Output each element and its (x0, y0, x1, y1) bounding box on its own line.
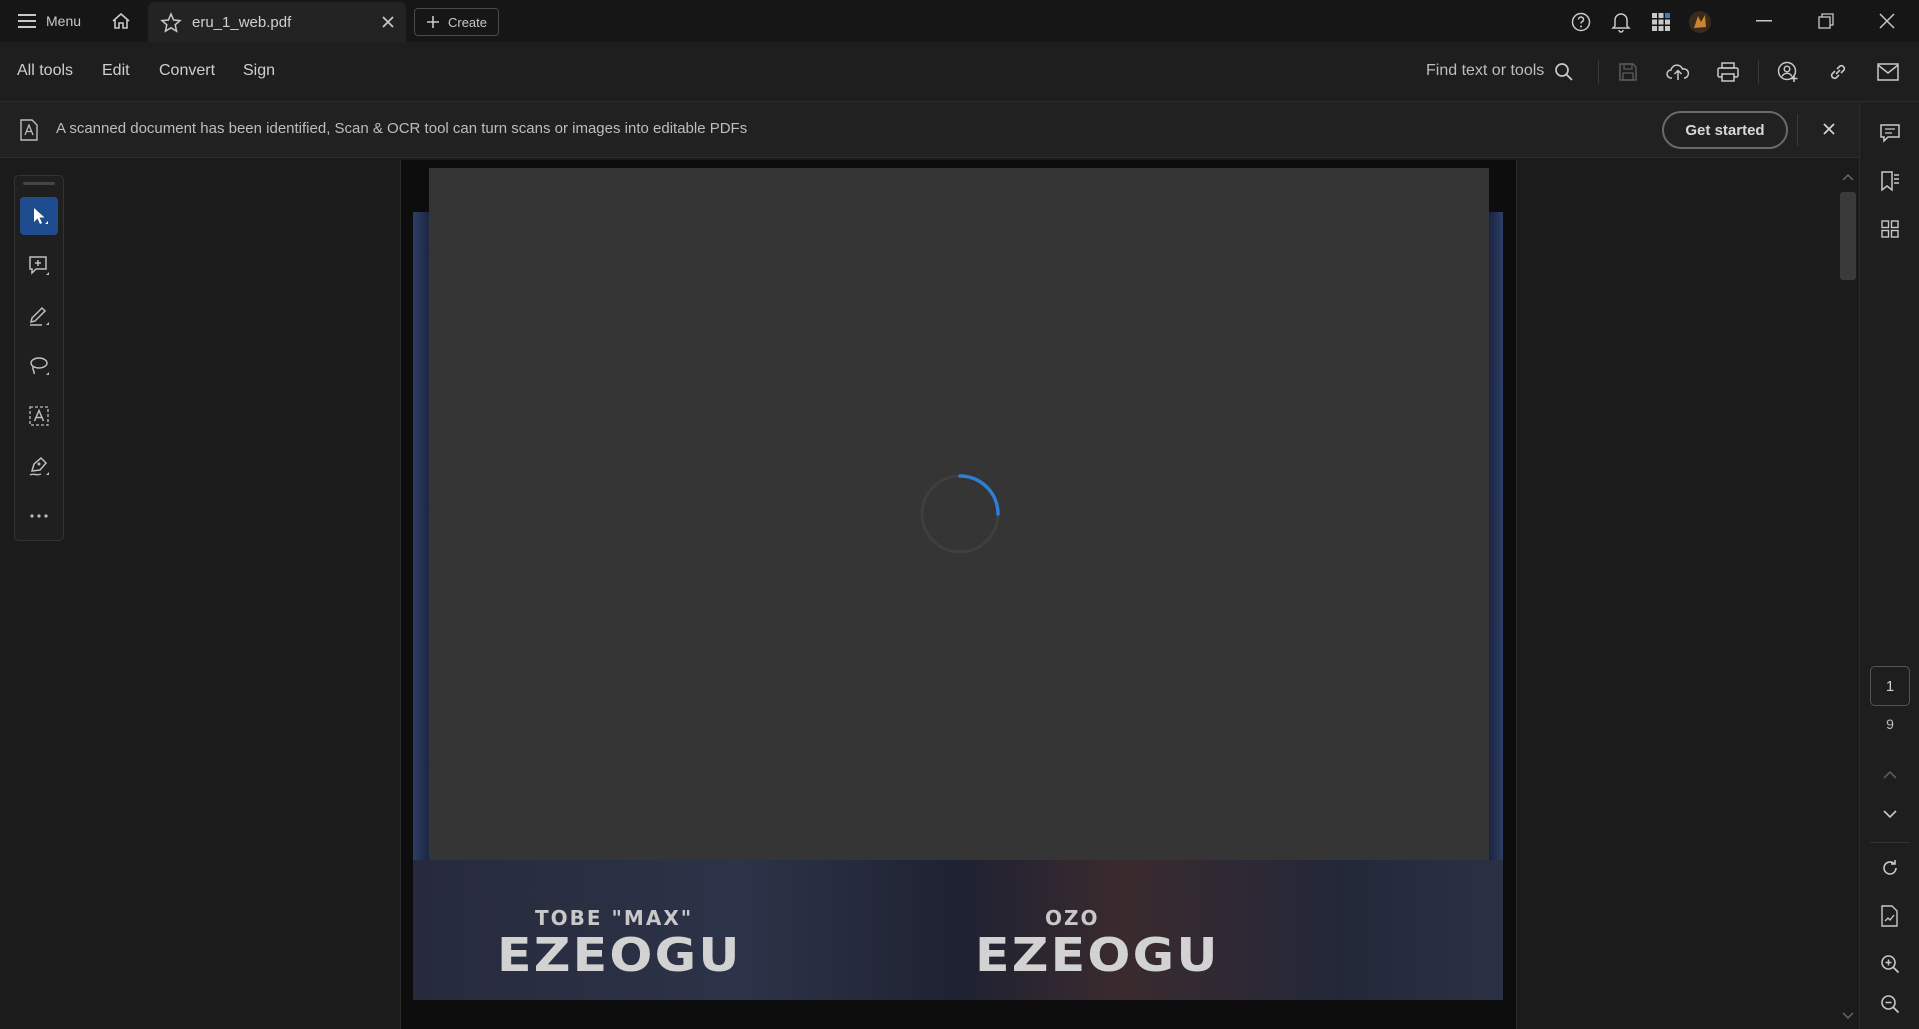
menu-label: Menu (46, 13, 82, 29)
select-tool[interactable] (20, 197, 58, 235)
banner-message: A scanned document has been identified, … (56, 120, 748, 137)
menu-convert[interactable]: Convert (159, 62, 215, 80)
plus-icon (426, 15, 440, 29)
minimize-button[interactable] (1746, 6, 1782, 36)
more-tools-button[interactable] (20, 497, 58, 535)
toolbar-divider (1758, 60, 1759, 84)
comment-add-icon (28, 255, 50, 277)
link-icon[interactable] (1824, 58, 1852, 86)
document-tab[interactable]: eru_1_web.pdf (148, 2, 406, 42)
save-icon[interactable] (1614, 58, 1642, 86)
lasso-icon (28, 355, 50, 377)
menu-all-tools[interactable]: All tools (17, 62, 73, 80)
bell-icon[interactable] (1608, 9, 1634, 35)
credit-right-surname: EZEOGU (975, 928, 1220, 982)
close-tab-icon[interactable] (378, 12, 398, 32)
current-page-input[interactable]: 1 (1870, 666, 1910, 706)
find-text-label[interactable]: Find text or tools (1426, 62, 1544, 80)
search-icon[interactable] (1550, 58, 1578, 86)
next-page-button[interactable] (1876, 800, 1904, 828)
loading-spinner-icon (918, 472, 1002, 556)
bookmarks-panel-button[interactable] (1876, 167, 1904, 195)
highlight-tool[interactable] (20, 297, 58, 335)
scrollbar-thumb[interactable] (1840, 192, 1856, 280)
home-button[interactable] (106, 8, 136, 34)
right-side-rail: 1 9 (1859, 102, 1919, 1029)
zoom-out-button[interactable] (1876, 990, 1904, 1018)
menu-button[interactable]: Menu (10, 8, 89, 34)
rotate-icon (1880, 858, 1900, 878)
menu-edit[interactable]: Edit (102, 62, 130, 80)
scroll-up-icon[interactable] (1842, 173, 1854, 181)
hamburger-icon (18, 14, 36, 28)
quick-tools-panel (14, 175, 64, 541)
add-text-tool[interactable] (20, 397, 58, 435)
chevron-up-icon (1883, 770, 1897, 779)
thumbnails-panel-button[interactable] (1876, 215, 1904, 243)
thumbnails-grid-icon (1880, 219, 1900, 239)
toolbar-divider (1598, 60, 1599, 84)
title-bar: Menu eru_1_web.pdf Create (0, 0, 1919, 42)
cloud-upload-icon[interactable] (1664, 58, 1692, 86)
help-icon[interactable] (1568, 9, 1594, 35)
main-toolbar: All tools Edit Convert Sign Find text or… (0, 42, 1919, 102)
tab-title: eru_1_web.pdf (192, 14, 292, 31)
zoom-in-button[interactable] (1876, 950, 1904, 978)
total-pages: 9 (1886, 716, 1894, 732)
rotate-page-button[interactable] (1876, 854, 1904, 882)
panel-grip[interactable] (23, 182, 55, 185)
banner-divider (1797, 114, 1798, 146)
create-button[interactable]: Create (414, 8, 499, 36)
cursor-arrow-icon (29, 206, 49, 226)
bookmark-icon (1879, 170, 1901, 192)
star-icon[interactable] (160, 12, 182, 34)
create-label: Create (447, 14, 488, 30)
document-scan-icon (20, 119, 38, 141)
add-comment-tool[interactable] (20, 247, 58, 285)
avatar[interactable] (1687, 9, 1713, 35)
home-icon (111, 12, 131, 30)
credit-right-name: OZO (1045, 906, 1100, 930)
draw-freeform-tool[interactable] (20, 347, 58, 385)
text-box-icon (28, 405, 50, 427)
more-horizontal-icon (29, 513, 49, 519)
print-icon[interactable] (1714, 58, 1742, 86)
mail-icon[interactable] (1874, 58, 1902, 86)
vertical-scrollbar[interactable] (1838, 165, 1858, 1029)
scroll-down-icon[interactable] (1842, 1012, 1854, 1020)
credit-left-surname: EZEOGU (497, 928, 742, 982)
restore-button[interactable] (1808, 6, 1844, 36)
signature-pen-icon (28, 455, 50, 477)
page-loading-overlay (429, 168, 1489, 860)
ocr-banner: A scanned document has been identified, … (0, 102, 1859, 158)
document-settings-icon (1880, 905, 1900, 927)
zoom-in-icon (1880, 954, 1900, 974)
page-display-button[interactable] (1876, 902, 1904, 930)
rail-divider (1870, 842, 1910, 843)
credit-left-name: TOBE "MAX" (535, 906, 694, 930)
menu-sign[interactable]: Sign (243, 62, 275, 80)
previous-page-button[interactable] (1876, 760, 1904, 788)
pen-icon (28, 305, 50, 327)
apps-grid-icon[interactable] (1648, 9, 1674, 35)
fill-sign-tool[interactable] (20, 447, 58, 485)
comments-panel-button[interactable] (1876, 119, 1904, 147)
comment-icon (1879, 122, 1901, 144)
share-user-icon[interactable] (1774, 58, 1802, 86)
zoom-out-icon (1880, 994, 1900, 1014)
get-started-button[interactable]: Get started (1662, 111, 1788, 149)
chevron-down-icon (1883, 809, 1897, 819)
close-banner-icon[interactable] (1818, 118, 1840, 140)
close-window-button[interactable] (1869, 6, 1905, 36)
